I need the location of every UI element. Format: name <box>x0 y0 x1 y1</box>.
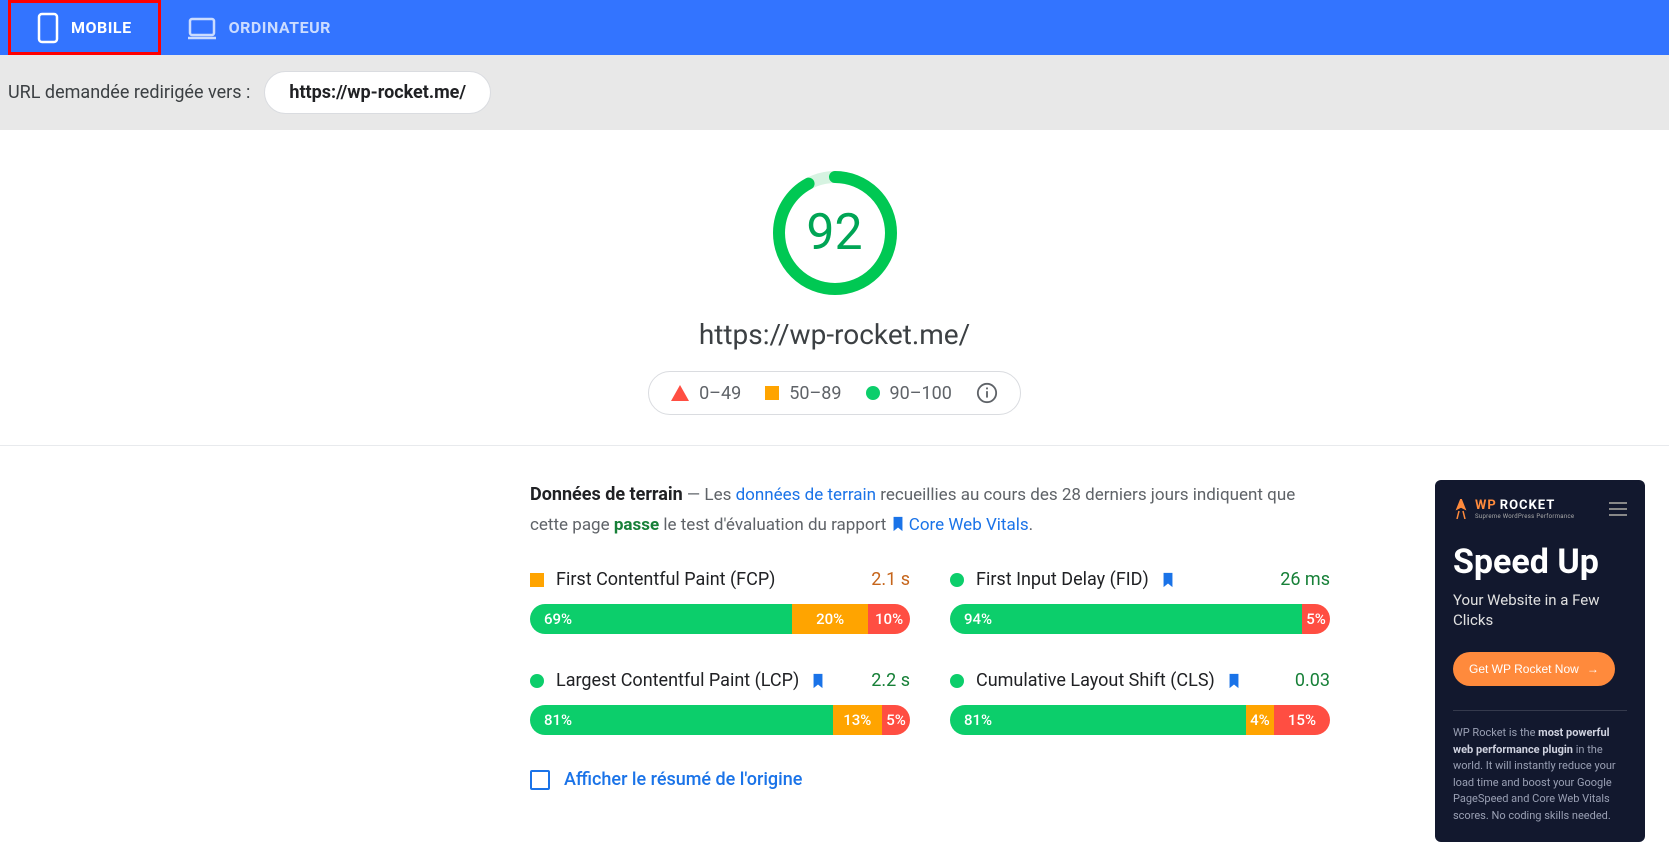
arrow-right-icon: → <box>1587 662 1599 676</box>
field-data-link[interactable]: données de terrain <box>736 485 876 505</box>
checkbox-icon[interactable] <box>530 770 550 790</box>
score-gauge: 92 <box>770 168 900 298</box>
metric-lcp-bar: 81% 13% 5% <box>530 705 910 735</box>
metric-fid-bar: 94% 5% <box>950 604 1330 634</box>
field-data-section: Données de terrain — Les données de terr… <box>530 480 1330 842</box>
tested-url: https://wp-rocket.me/ <box>0 318 1669 351</box>
sidecard-headline: Speed Up <box>1453 544 1627 581</box>
desc-pre: WP Rocket is the <box>1453 726 1538 739</box>
legend-good-label: 90–100 <box>890 383 952 404</box>
wp-rocket-card: WP ROCKET Supreme WordPress Performance … <box>1435 480 1645 842</box>
field-pass: passe <box>614 515 659 535</box>
fcp-poor: 10% <box>868 604 910 634</box>
field-title: Données de terrain <box>530 484 683 505</box>
legend-good: 90–100 <box>866 383 952 404</box>
info-icon[interactable] <box>976 382 998 404</box>
sidecard-wrap: WP ROCKET Supreme WordPress Performance … <box>1330 480 1645 842</box>
legend-poor-label: 0–49 <box>699 383 741 404</box>
bookmark-icon <box>1227 673 1241 689</box>
metric-cls: Cumulative Layout Shift (CLS) 0.03 81% 4… <box>950 670 1330 735</box>
origin-summary-label: Afficher le résumé de l'origine <box>564 769 802 790</box>
score-legend: 0–49 50–89 90–100 <box>648 371 1021 415</box>
metric-fcp: First Contentful Paint (FCP) 2.1 s 69% 2… <box>530 569 910 634</box>
field-dot: . <box>1029 515 1033 535</box>
sidecard-desc: WP Rocket is the most powerful web perfo… <box>1453 710 1627 824</box>
metric-lcp: Largest Contentful Paint (LCP) 2.2 s 81%… <box>530 670 910 735</box>
redirect-bar: URL demandée redirigée vers : https://wp… <box>0 55 1669 130</box>
field-intro: Données de terrain — Les données de terr… <box>530 480 1330 539</box>
metric-lcp-label: Largest Contentful Paint (LCP) <box>556 670 799 691</box>
redirect-url-chip[interactable]: https://wp-rocket.me/ <box>264 71 491 114</box>
metric-fid: First Input Delay (FID) 26 ms 94% 5% <box>950 569 1330 634</box>
cta-label: Get WP Rocket Now <box>1469 662 1579 676</box>
tab-desktop-label: ORDINATEUR <box>229 18 331 37</box>
dot-green-icon <box>950 573 964 587</box>
fcp-avg: 20% <box>792 604 868 634</box>
metric-fcp-label: First Contentful Paint (FCP) <box>556 569 775 590</box>
metric-cls-bar: 81% 4% 15% <box>950 705 1330 735</box>
wp-rocket-logo: WP ROCKET Supreme WordPress Performance <box>1453 498 1574 520</box>
logo-wp: WP <box>1475 498 1497 513</box>
fcp-good: 69% <box>530 604 792 634</box>
cls-avg: 4% <box>1246 705 1274 735</box>
legend-average: 50–89 <box>765 383 841 404</box>
metric-fid-label: First Input Delay (FID) <box>976 569 1149 590</box>
rocket-icon <box>1453 499 1469 519</box>
square-orange-icon <box>765 386 779 400</box>
metric-fcp-value: 2.1 s <box>871 569 910 590</box>
lcp-avg: 13% <box>833 705 882 735</box>
fid-poor: 5% <box>1302 604 1330 634</box>
sidecard-tagline: Your Website in a Few Clicks <box>1453 591 1627 630</box>
score-section: 92 https://wp-rocket.me/ 0–49 50–89 90–1… <box>0 130 1669 446</box>
dot-green-icon <box>866 386 880 400</box>
tab-mobile-label: MOBILE <box>71 18 132 37</box>
field-sep: — Les <box>683 485 736 505</box>
bookmark-icon <box>891 516 905 532</box>
logo-rocket: ROCKET <box>1500 498 1556 513</box>
legend-avg-label: 50–89 <box>789 383 841 404</box>
score-value: 92 <box>806 204 862 262</box>
device-tabbar: MOBILE ORDINATEUR <box>0 0 1669 55</box>
tab-mobile[interactable]: MOBILE <box>8 0 161 55</box>
logo-sub: Supreme WordPress Performance <box>1475 513 1574 520</box>
lcp-good: 81% <box>530 705 833 735</box>
cls-poor: 15% <box>1274 705 1330 735</box>
lcp-poor: 5% <box>882 705 910 735</box>
field-mid2: le test d'évaluation du rapport <box>659 515 890 535</box>
redirect-label: URL demandée redirigée vers : <box>8 82 250 103</box>
tab-desktop[interactable]: ORDINATEUR <box>161 0 357 55</box>
cls-good: 81% <box>950 705 1246 735</box>
hamburger-icon[interactable] <box>1609 502 1627 516</box>
metric-cls-value: 0.03 <box>1295 670 1330 691</box>
square-orange-icon <box>530 573 544 587</box>
desktop-icon <box>187 16 217 40</box>
metric-lcp-value: 2.2 s <box>871 670 910 691</box>
metric-fcp-bar: 69% 20% 10% <box>530 604 910 634</box>
origin-summary-toggle[interactable]: Afficher le résumé de l'origine <box>530 769 1330 790</box>
bookmark-icon <box>811 673 825 689</box>
bookmark-icon <box>1161 572 1175 588</box>
metrics-grid: First Contentful Paint (FCP) 2.1 s 69% 2… <box>530 569 1330 735</box>
fid-good: 94% <box>950 604 1302 634</box>
cta-get-wp-rocket[interactable]: Get WP Rocket Now → <box>1453 652 1615 686</box>
legend-poor: 0–49 <box>671 383 741 404</box>
cwv-link[interactable]: Core Web Vitals <box>909 515 1029 535</box>
mobile-icon <box>37 12 59 44</box>
triangle-red-icon <box>671 385 689 401</box>
dot-green-icon <box>530 674 544 688</box>
metric-cls-label: Cumulative Layout Shift (CLS) <box>976 670 1215 691</box>
dot-green-icon <box>950 674 964 688</box>
left-spacer <box>24 480 530 842</box>
main-content: Données de terrain — Les données de terr… <box>0 446 1669 842</box>
metric-fid-value: 26 ms <box>1280 569 1330 590</box>
